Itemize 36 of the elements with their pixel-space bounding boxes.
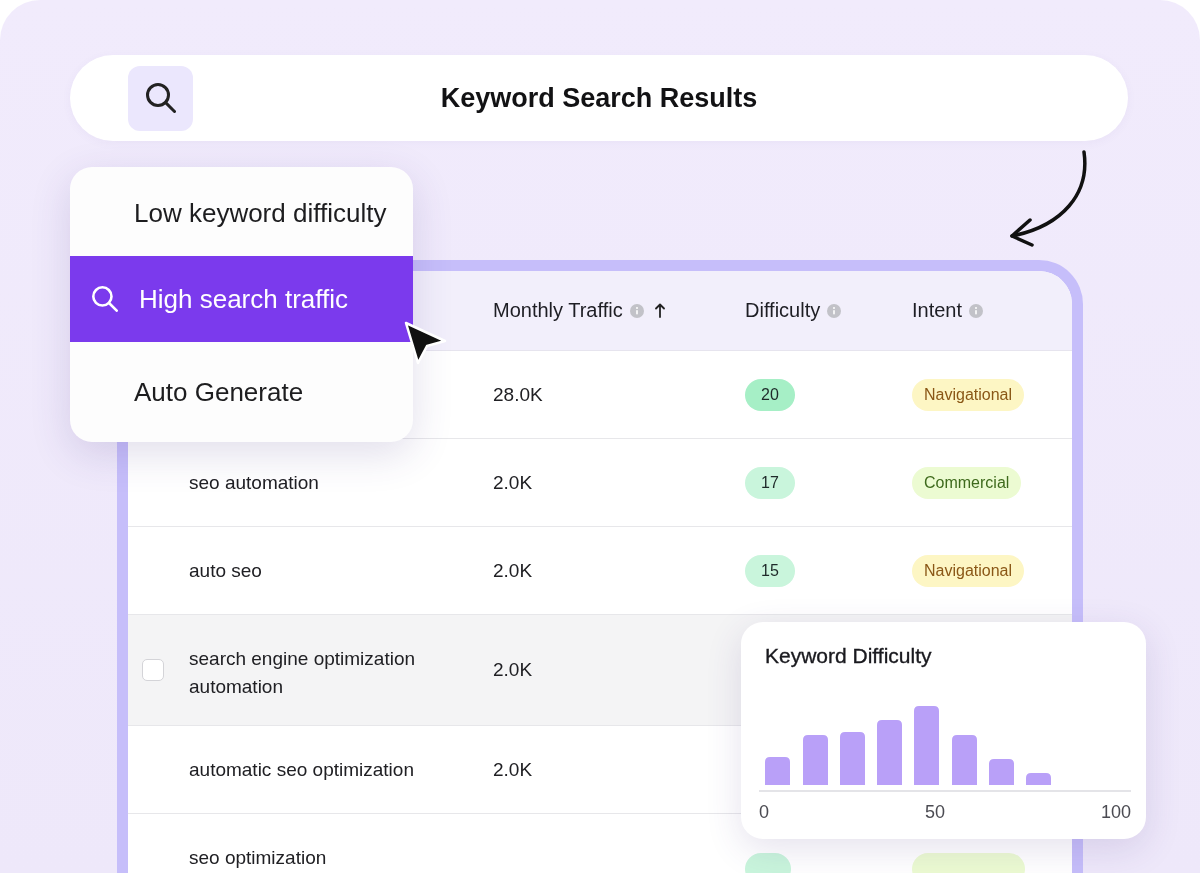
histogram-bar	[803, 735, 828, 785]
histogram-bar	[952, 735, 977, 785]
chart-title: Keyword Difficulty	[765, 644, 932, 668]
column-header[interactable]: Monthly Traffic	[493, 299, 623, 322]
histogram-bar	[765, 757, 790, 785]
traffic-cell: 2.0K	[493, 659, 533, 681]
difficulty-badge: 17	[745, 466, 795, 499]
keyword-cell-text: automatic seo optimization	[189, 758, 415, 782]
keyword-cell-text: auto seo	[189, 559, 263, 583]
sort-arrow-icon[interactable]	[654, 303, 665, 318]
column-header[interactable]: Difficulty	[745, 299, 821, 322]
traffic-cell: 2.0K	[493, 559, 533, 582]
traffic-cell: 28.0K	[493, 383, 543, 406]
traffic-cell: 2.0K	[493, 758, 533, 781]
traffic-cell: 2.0K	[493, 471, 533, 494]
intent-tag: Navigational	[912, 554, 1025, 587]
column-header[interactable]: Intent	[912, 299, 963, 322]
search-button[interactable]	[128, 65, 193, 131]
search-icon	[145, 83, 176, 113]
histogram-bar	[877, 720, 902, 785]
keyword-cell-text: search engine optimization automation	[189, 647, 417, 699]
keyword-cell-text: seo optimization	[189, 846, 328, 870]
menu-item[interactable]: High search traffic	[70, 256, 413, 342]
row-checkbox[interactable]	[142, 659, 164, 681]
menu-item[interactable]: Low keyword difficulty	[70, 170, 413, 256]
histogram-bar	[1026, 773, 1051, 785]
axis-tick-label: 100	[1100, 802, 1131, 823]
intent-tag: Commercial	[912, 466, 1022, 499]
difficulty-badge: 20	[745, 378, 795, 411]
histogram-bar	[840, 732, 865, 785]
difficulty-badge: 15	[745, 554, 795, 587]
keyword-cell-text: seo automation	[189, 471, 320, 495]
intent-tag: Navigational	[912, 378, 1025, 411]
search-icon	[92, 286, 118, 312]
page-title: Keyword Search Results	[440, 82, 758, 114]
histogram-bar	[989, 759, 1014, 785]
